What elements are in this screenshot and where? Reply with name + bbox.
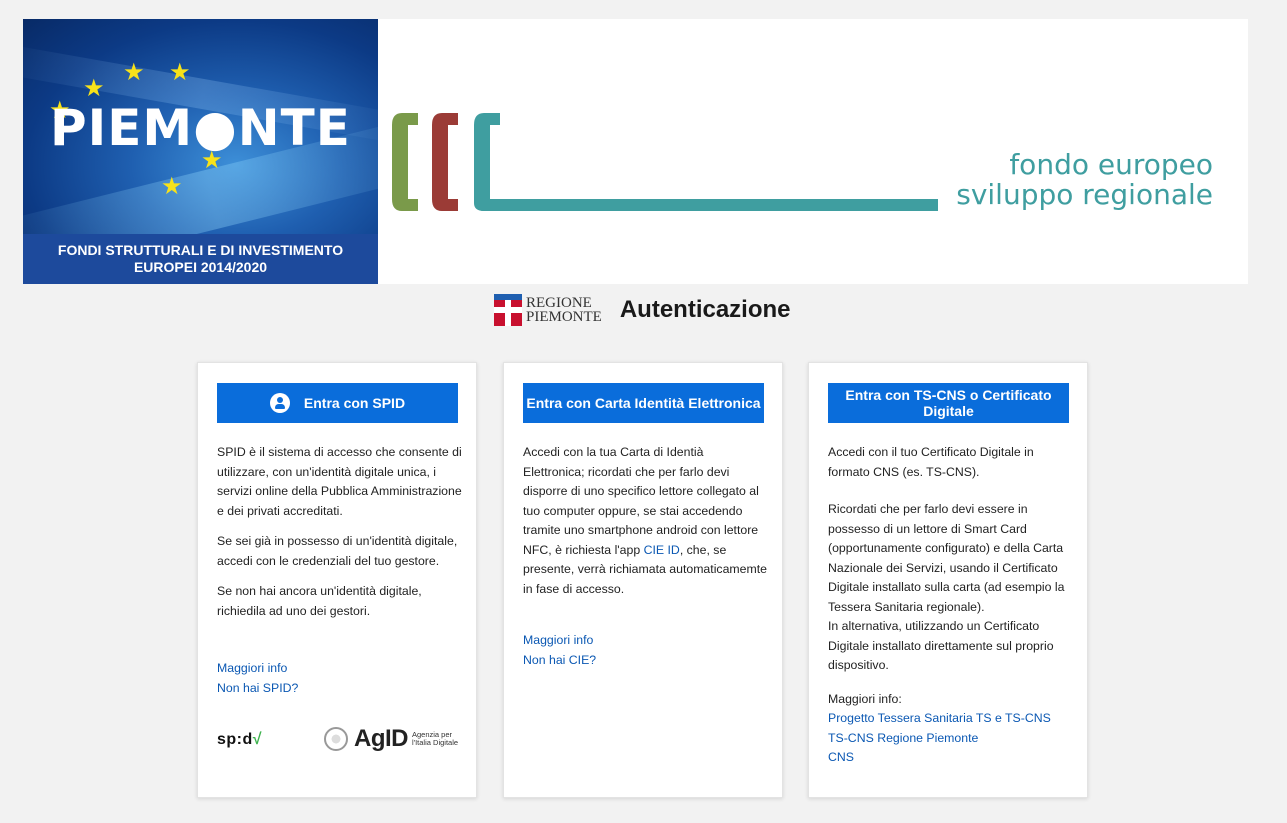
spid-links: Maggiori info Non hai SPID? — [217, 659, 298, 698]
header-banner: ★ ★ ★ ★ ★ ★ PIEM●NTE FONDI STRUTTURALI E… — [23, 19, 1248, 284]
spid-logo: sp:d√ — [217, 731, 262, 749]
agid-wordmark: AgID — [354, 725, 409, 752]
star-icon: ★ — [123, 59, 145, 86]
spid-button-label: Entra con SPID — [303, 395, 406, 411]
regione-piemonte-flag-icon — [494, 294, 522, 326]
spid-logo-part-b: :d — [236, 731, 253, 748]
spid-description: SPID è il sistema di accesso che consent… — [217, 443, 462, 632]
cie-login-button[interactable]: Entra con Carta Identità Elettronica — [523, 383, 764, 423]
fesr-line-2: sviluppo regionale — [956, 178, 1213, 211]
cns-card: Entra con TS-CNS o Certificato Digitale … — [808, 362, 1088, 798]
spid-paragraph-3: Se non hai ancora un'identità digitale, … — [217, 584, 422, 618]
piemonte-logo: ★ ★ ★ ★ ★ ★ PIEM●NTE FONDI STRUTTURALI E… — [23, 19, 378, 284]
spid-more-info-link[interactable]: Maggiori info — [217, 659, 298, 679]
cie-text-before: Accedi con la tua Carta di Identià Elett… — [523, 445, 759, 557]
cie-id-app-link[interactable]: CIE ID — [644, 543, 680, 557]
region-line-2: PIEMONTE — [526, 309, 602, 325]
fesr-text: fondo europeo sviluppo regionale — [928, 150, 1213, 210]
strip-line-1: FONDI STRUTTURALI E DI INVESTIMENTO — [57, 242, 344, 258]
cie-card: Entra con Carta Identità Elettronica Acc… — [503, 362, 783, 798]
ts-cns-piemonte-link[interactable]: TS-CNS Regione Piemonte — [828, 729, 1073, 749]
spid-login-button[interactable]: Entra con SPID — [217, 383, 458, 423]
italy-seal-icon — [324, 727, 348, 751]
page-header: REGIONE PIEMONTE Autenticazione — [494, 290, 791, 330]
star-icon: ★ — [83, 75, 105, 102]
agid-subtitle: Agenzia per l'Italia Digitale — [412, 731, 458, 747]
cie-description: Accedi con la tua Carta di Identià Elett… — [523, 443, 768, 610]
no-spid-link[interactable]: Non hai SPID? — [217, 679, 298, 699]
agid-logo: AgID Agenzia per l'Italia Digitale — [324, 725, 458, 753]
user-icon — [269, 393, 290, 413]
star-icon: ★ — [161, 173, 183, 200]
ts-cns-project-link[interactable]: Progetto Tessera Sanitaria TS e TS-CNS — [828, 709, 1073, 729]
cns-paragraph-3: In alternativa, utilizzando un Certifica… — [828, 619, 1054, 672]
cie-paragraph-1: Accedi con la tua Carta di Identià Elett… — [523, 443, 768, 599]
spid-check-icon: √ — [252, 731, 263, 748]
spid-paragraph-1: SPID è il sistema di accesso che consent… — [217, 445, 462, 518]
agid-subtitle-line-2: l'Italia Digitale — [412, 738, 459, 747]
cns-link[interactable]: CNS — [828, 748, 1073, 768]
cns-login-button[interactable]: Entra con TS-CNS o Certificato Digitale — [828, 383, 1069, 423]
star-icon: ★ — [169, 59, 191, 86]
cie-links: Maggiori info Non hai CIE? — [523, 631, 596, 670]
cns-button-label: Entra con TS-CNS o Certificato Digitale — [845, 387, 1052, 419]
cns-paragraph-1: Accedi con il tuo Certificato Digitale i… — [828, 445, 1034, 479]
cns-more-info-label: Maggiori info: — [828, 691, 902, 706]
spid-logo-part-a: sp — [217, 731, 237, 748]
page-title: Autenticazione — [619, 296, 791, 323]
piemonte-wordmark: PIEM●NTE — [50, 99, 351, 157]
cns-paragraph-2: Ricordati che per farlo devi essere in p… — [828, 502, 1065, 614]
spid-card: Entra con SPID SPID è il sistema di acce… — [197, 362, 477, 798]
fesr-line-1: fondo europeo — [1009, 148, 1213, 181]
region-line-1: REGIONE — [526, 295, 592, 311]
cie-button-label: Entra con Carta Identità Elettronica — [526, 395, 761, 411]
strip-line-2: EUROPEI 2014/2020 — [133, 259, 268, 275]
cns-description: Accedi con il tuo Certificato Digitale i… — [828, 443, 1073, 768]
cie-more-info-link[interactable]: Maggiori info — [523, 631, 596, 651]
fesr-logo — [392, 113, 938, 211]
piemonte-strip: FONDI STRUTTURALI E DI INVESTIMENTO EURO… — [23, 234, 378, 284]
no-cie-link[interactable]: Non hai CIE? — [523, 651, 596, 671]
regione-piemonte-label: REGIONE PIEMONTE — [526, 295, 602, 325]
spid-paragraph-2: Se sei già in possesso di un'identità di… — [217, 534, 458, 568]
